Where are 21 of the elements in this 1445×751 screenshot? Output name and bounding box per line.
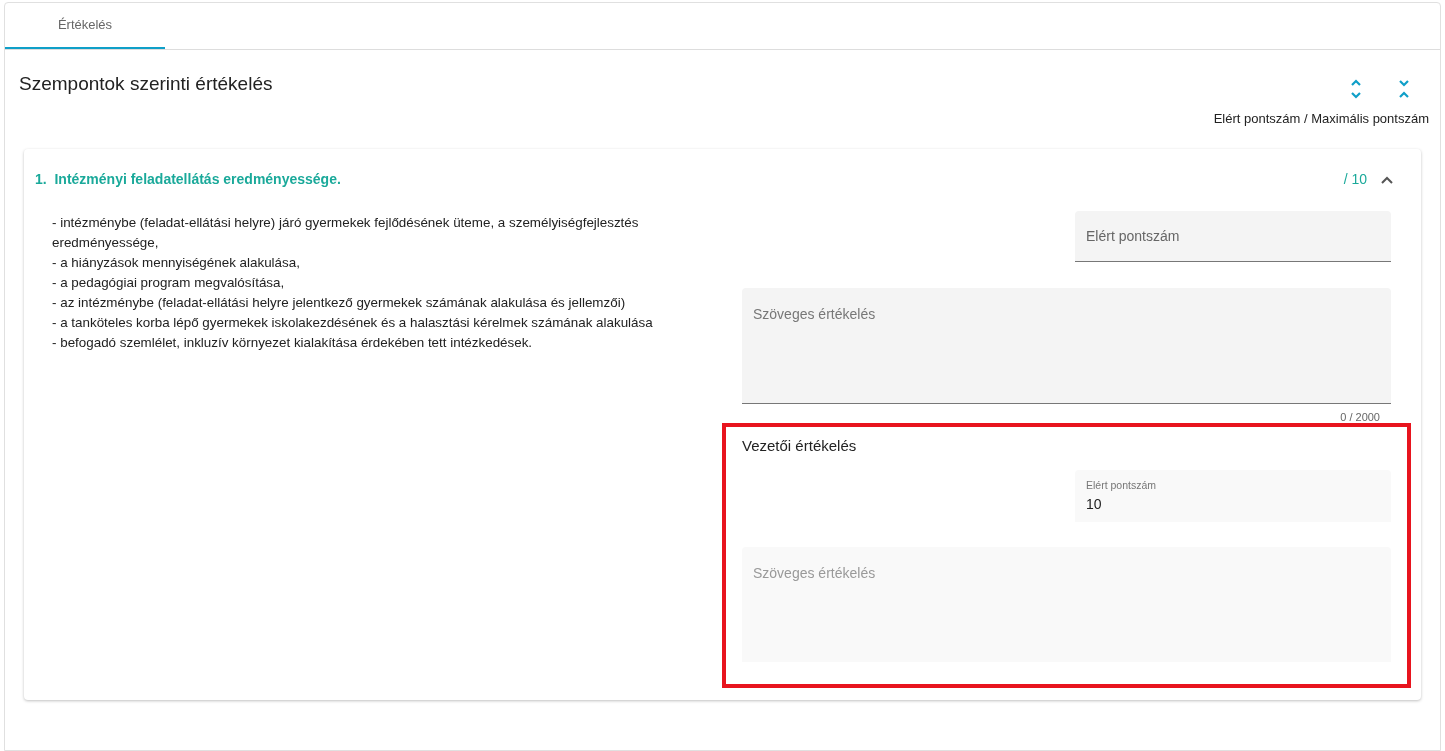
chevron-up-icon[interactable] — [1381, 175, 1393, 184]
text-evaluation-field[interactable]: Szöveges értékelés — [742, 287, 1391, 404]
tab[interactable]: Értékelés — [5, 3, 165, 49]
criterion-description-line: - a pedagógiai program megvalósítása, — [52, 273, 286, 292]
criterion-description-line: - a tanköteles korba lépő gyermekek iskolakezdésének és a halasztási kérelmek számának alakulása — [52, 313, 654, 332]
criterion-description-line: - a hiányzások mennyiségének alakulása, — [52, 253, 301, 272]
max-score: / 10 — [1343, 170, 1367, 189]
field-label: Elért pontszám — [1086, 477, 1158, 492]
character-counter: 0 / 2000 — [1340, 409, 1380, 425]
score-value-input[interactable]: 10 — [1086, 493, 1380, 515]
page-title: Szempontok szerinti értékelés — [19, 72, 273, 96]
score-legend: Elért pontszám / Maximális pontszám — [1213, 109, 1429, 129]
manager-score-field[interactable]: Elért pontszám 10 — [1075, 469, 1391, 522]
manager-review-title: Vezetői értékelés — [742, 436, 858, 456]
criterion-description-line: - befogadó szemlélet, inkluzív környezet kialakítása érdekében tett intézkedések. — [52, 333, 534, 352]
manager-text-evaluation-field[interactable]: Szöveges értékelés — [742, 546, 1391, 662]
collapse-all-icon[interactable] — [1398, 79, 1410, 99]
criterion-description-line: - intézménybe (feladat-ellátási helyre) járó gyermekek fejlődésének üteme, a személyiségfejlesztés eredményessége, — [52, 213, 640, 252]
expand-all-icon[interactable] — [1350, 79, 1362, 99]
criterion-description-line: - az intézménybe (feladat-ellátási helyre jelentkező gyermekek számának alakulása és jellemzői) — [52, 293, 627, 312]
score-input-field[interactable]: Elért pontszám — [1075, 210, 1391, 262]
